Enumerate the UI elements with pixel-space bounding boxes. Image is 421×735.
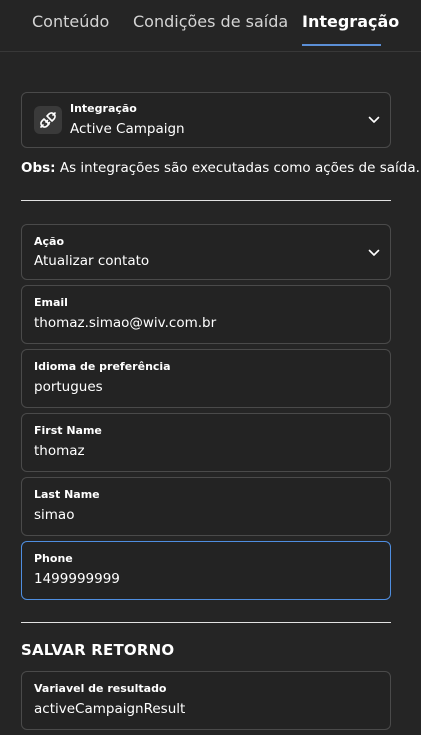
- phone-field[interactable]: Phone: [21, 541, 391, 600]
- first-name-input[interactable]: [34, 443, 374, 459]
- first-name-field[interactable]: First Name: [21, 413, 391, 472]
- divider: [21, 200, 391, 201]
- divider: [21, 622, 391, 623]
- result-variable-label: Variavel de resultado: [34, 682, 167, 695]
- first-name-label: First Name: [34, 424, 102, 437]
- last-name-input[interactable]: [34, 507, 374, 523]
- note-text: As integrações são executadas como ações…: [55, 160, 420, 176]
- language-label: Idioma de preferência: [34, 360, 171, 373]
- result-variable-field[interactable]: Variavel de resultado: [21, 671, 391, 730]
- tab-condicoes-de-saida[interactable]: Condições de saída: [133, 12, 288, 31]
- phone-label: Phone: [34, 552, 73, 565]
- phone-input[interactable]: [34, 571, 374, 587]
- action-select[interactable]: Ação Atualizar contato: [21, 224, 391, 280]
- note-prefix: Obs:: [21, 160, 56, 176]
- chevron-down-icon: [368, 116, 380, 123]
- email-input[interactable]: [34, 315, 374, 331]
- integration-label: Integração: [70, 102, 137, 115]
- language-input[interactable]: [34, 379, 374, 395]
- last-name-field[interactable]: Last Name: [21, 477, 391, 536]
- save-return-title: SALVAR RETORNO: [21, 641, 175, 659]
- email-label: Email: [34, 296, 68, 309]
- last-name-label: Last Name: [34, 488, 100, 501]
- tab-conteudo[interactable]: Conteúdo: [32, 12, 109, 31]
- integration-value: Active Campaign: [70, 121, 185, 137]
- email-field[interactable]: Email: [21, 285, 391, 344]
- language-field[interactable]: Idioma de preferência: [21, 349, 391, 408]
- integration-note: Obs: As integrações são executadas como …: [21, 160, 420, 176]
- action-value: Atualizar contato: [34, 253, 150, 269]
- action-label: Ação: [34, 235, 65, 248]
- tab-bar: Conteúdo Condições de saída Integração: [0, 0, 421, 52]
- chevron-down-icon: [368, 249, 380, 256]
- plug-icon: [34, 106, 62, 134]
- result-variable-input[interactable]: [34, 701, 374, 717]
- active-tab-indicator: [302, 44, 381, 46]
- integration-select[interactable]: Integração Active Campaign: [21, 92, 391, 148]
- tab-integracao[interactable]: Integração: [302, 12, 399, 31]
